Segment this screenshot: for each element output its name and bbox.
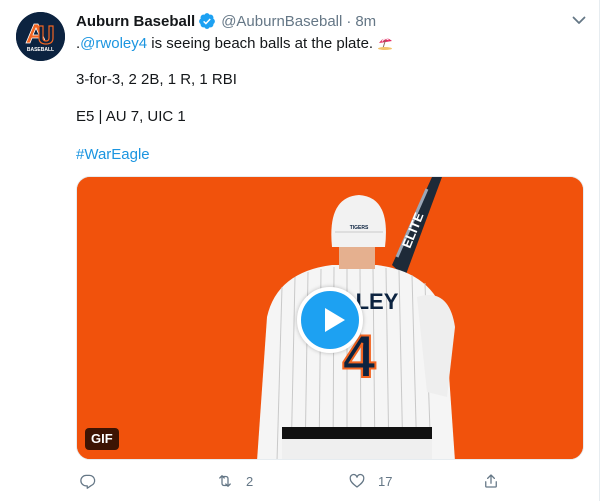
retweet-count: 2 — [246, 473, 254, 489]
auburn-logo-icon: BASEBALL — [16, 12, 65, 61]
tweet-line-2: 3-for-3, 2 2B, 1 R, 1 RBI — [76, 71, 237, 88]
heart-icon — [349, 473, 365, 488]
share-icon — [485, 474, 497, 488]
avatar-logo-text: BASEBALL — [27, 47, 54, 53]
reply-icon — [80, 474, 96, 489]
like-count: 17 — [378, 473, 393, 489]
cap-text: TIGERS — [350, 225, 369, 231]
retweet-button[interactable]: 2 — [216, 469, 253, 493]
gif-badge: GIF — [85, 428, 119, 450]
tweet-line-1: .@rwoley4 is seeing beach balls at the p… — [76, 34, 393, 54]
beach-umbrella-icon — [377, 34, 393, 50]
action-bar: 2 17 — [76, 469, 584, 493]
display-name[interactable]: Auburn Baseball — [76, 13, 195, 30]
play-button[interactable] — [297, 287, 363, 353]
timestamp[interactable]: 8m — [355, 13, 376, 30]
mention-link[interactable]: @rwoley4 — [80, 35, 147, 52]
avatar[interactable]: BASEBALL — [16, 12, 65, 61]
user-handle[interactable]: @AuburnBaseball — [221, 13, 342, 30]
tweet-line-3: E5 | AU 7, UIC 1 — [76, 108, 186, 125]
share-button[interactable] — [482, 469, 500, 493]
tweet-header: Auburn Baseball @AuburnBaseball · 8m — [76, 11, 376, 31]
media-gif[interactable]: ELITE TIGERS LEY 4 GIF — [76, 176, 584, 460]
tweet-card[interactable]: BASEBALL Auburn Baseball @AuburnBaseball… — [0, 0, 600, 501]
hashtag-link[interactable]: #WarEagle — [76, 145, 150, 165]
reply-button[interactable] — [79, 469, 109, 493]
separator-dot: · — [346, 12, 352, 30]
retweet-icon — [219, 475, 231, 487]
verified-badge-icon — [198, 12, 216, 30]
play-icon — [325, 308, 345, 332]
jersey-name: LEY — [356, 289, 399, 314]
like-button[interactable]: 17 — [348, 469, 392, 493]
tweet-line-1-text: is seeing beach balls at the plate. — [147, 35, 374, 52]
chevron-down-icon[interactable] — [567, 8, 591, 32]
